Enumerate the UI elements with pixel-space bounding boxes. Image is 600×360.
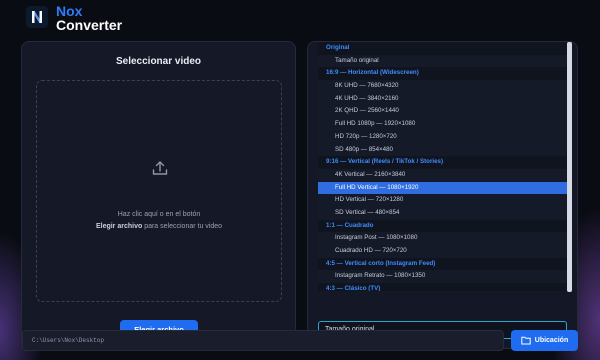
resolution-option[interactable]: 4K Vertical — 2160×3840 bbox=[318, 169, 567, 182]
panel-title: Seleccionar video bbox=[115, 56, 202, 67]
group-header: 16:9 — Horizontal (Widescreen) bbox=[318, 67, 567, 81]
resolution-panel: Original Tamaño original 16:9 — Horizontal… bbox=[307, 41, 578, 349]
app-title-rest: Converter bbox=[56, 17, 123, 33]
upload-icon bbox=[152, 161, 168, 175]
video-select-panel: Seleccionar video Haz clic aquí o en el … bbox=[21, 41, 296, 349]
resolution-option[interactable]: Tamaño original bbox=[318, 55, 567, 68]
resolution-option[interactable]: Full HD 1080p — 1920×1080 bbox=[318, 118, 567, 131]
resolution-option[interactable]: HD 720p — 1280×720 bbox=[318, 131, 567, 144]
resolution-option[interactable]: 4K UHD — 3840×2160 bbox=[318, 93, 567, 106]
group-header: Original bbox=[318, 42, 567, 55]
location-button[interactable]: Ubicación bbox=[511, 330, 578, 351]
resolution-option[interactable]: Instagram Retrato — 1080×1350 bbox=[318, 270, 567, 283]
title-bar: Nox Converter bbox=[0, 0, 600, 40]
scrollbar-thumb[interactable] bbox=[567, 42, 572, 292]
resolution-option[interactable]: Cuadrado HD — 720×720 bbox=[318, 245, 567, 258]
resolution-option[interactable]: HD Vertical — 720×1280 bbox=[318, 194, 567, 207]
group-header: 4:3 — Clásico (TV) bbox=[318, 283, 567, 291]
output-path-field[interactable]: C:\Users\Nox\Desktop bbox=[22, 330, 504, 351]
dropzone-hint-rest: para seleccionar tu video bbox=[142, 223, 223, 230]
dropdown-scrollbar[interactable] bbox=[567, 42, 572, 292]
resolution-option[interactable]: 8K UHD — 7680×4320 bbox=[318, 80, 567, 93]
location-button-label: Ubicación bbox=[534, 337, 569, 344]
folder-icon bbox=[521, 336, 531, 345]
resolution-option[interactable]: Instagram Post — 1080×1080 bbox=[318, 232, 567, 245]
resolution-option[interactable]: 2K QHD — 2560×1440 bbox=[318, 105, 567, 118]
resolution-dropdown-list[interactable]: Original Tamaño original 16:9 — Horizontal… bbox=[318, 42, 567, 291]
dropzone-hint-bold: Elegir archivo bbox=[95, 223, 143, 230]
video-dropzone[interactable]: Haz clic aquí o en el botón Elegir archi… bbox=[36, 80, 282, 302]
app-title: Nox Converter bbox=[56, 4, 122, 32]
resolution-option[interactable]: Full HD Vertical — 1080×1920 bbox=[318, 181, 567, 195]
group-header: 1:1 — Cuadrado bbox=[318, 219, 567, 233]
group-header: 9:16 — Vertical (Reels / TikTok / Storie… bbox=[318, 156, 567, 169]
app-title-accent: Nox bbox=[56, 3, 83, 19]
dropzone-hint-2: Elegir archivo para seleccionar tu video bbox=[37, 223, 281, 230]
app-logo-icon bbox=[26, 6, 48, 28]
resolution-option[interactable]: SD 480p — 854×480 bbox=[318, 144, 567, 157]
dropzone-hint: Haz clic aquí o en el botón bbox=[117, 211, 201, 218]
resolution-option[interactable]: SD Vertical — 480×854 bbox=[318, 207, 567, 220]
group-header: 4:5 — Vertical corto (Instagram Feed) bbox=[318, 257, 567, 271]
